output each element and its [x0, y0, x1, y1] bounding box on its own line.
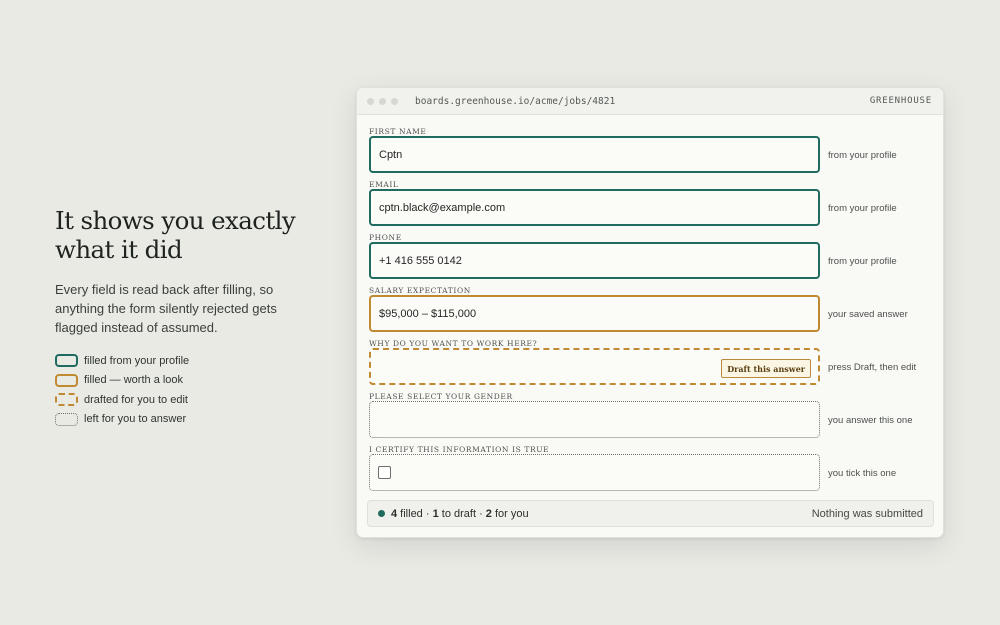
legend-item-left: left for you to answer: [55, 410, 315, 430]
legend-swatch-solid-green: [55, 354, 78, 368]
fill-summary-bar: 4 filled · 1 to draft · 2 for you Nothin…: [367, 500, 934, 527]
intro-headline: It shows you exactly what it did: [55, 206, 296, 264]
legend-label: filled — worth a look: [84, 374, 184, 387]
draft-text: to draft ·: [438, 507, 486, 520]
legend-item-profile: filled from your profile: [55, 351, 315, 371]
minimize-window-dot[interactable]: [379, 97, 386, 105]
site-brand: GREENHOUSE: [869, 96, 932, 106]
legend-swatch-solid-amber: [55, 373, 78, 387]
salary-input[interactable]: $95,000 – $115,000: [369, 295, 820, 332]
email-input[interactable]: cptn.black@example.com: [369, 189, 820, 226]
field-certify: I CERTIFY THIS INFORMATION IS TRUE you t…: [369, 444, 935, 497]
legend-label: left for you to answer: [84, 413, 187, 426]
field-first-name: FIRST NAME Cptn from your profile: [369, 126, 935, 179]
gender-select[interactable]: [369, 401, 820, 438]
field-why-work-here: WHY DO YOU WANT TO WORK HERE? Draft this…: [369, 338, 935, 391]
certify-checkbox[interactable]: [378, 466, 391, 479]
window-titlebar: boards.greenhouse.io/acme/jobs/4821 GREE…: [357, 88, 943, 115]
window-controls: [367, 97, 398, 105]
field-gender: PLEASE SELECT YOUR GENDER you answer thi…: [369, 391, 935, 444]
field-source-note: you tick this one: [828, 468, 897, 479]
legend-label: drafted for you to edit: [84, 393, 188, 406]
for-you-text: for you: [491, 507, 529, 520]
certify-box: [369, 454, 820, 491]
field-source-note: from your profile: [828, 203, 897, 214]
filled-text: filled ·: [397, 507, 433, 520]
intro-panel: It shows you exactly what it did Every f…: [55, 206, 315, 429]
field-source-note: from your profile: [828, 256, 897, 267]
legend-item-draft: drafted for you to edit: [55, 390, 315, 410]
legend-swatch-dashed-amber: [55, 393, 78, 407]
browser-window: boards.greenhouse.io/acme/jobs/4821 GREE…: [356, 87, 944, 538]
application-form: FIRST NAME Cptn from your profile EMAIL …: [369, 126, 935, 497]
close-window-dot[interactable]: [367, 97, 374, 105]
field-source-note: you answer this one: [828, 415, 913, 426]
submission-status: Nothing was submitted: [811, 508, 923, 520]
field-source-note: press Draft, then edit: [828, 362, 917, 373]
field-source-note: your saved answer: [828, 309, 908, 320]
legend-item-look: filled — worth a look: [55, 371, 315, 391]
field-phone: PHONE +1 416 555 0142 from your profile: [369, 232, 935, 285]
phone-input[interactable]: +1 416 555 0142: [369, 242, 820, 279]
first-name-input[interactable]: Cptn: [369, 136, 820, 173]
why-work-here-textarea[interactable]: Draft this answer: [369, 348, 820, 385]
address-bar-url[interactable]: boards.greenhouse.io/acme/jobs/4821: [415, 96, 615, 107]
legend: filled from your profile filled — worth …: [55, 351, 315, 429]
legend-swatch-dotted-grey: [55, 412, 78, 426]
status-dot-icon: [378, 510, 385, 517]
draft-answer-button[interactable]: Draft this answer: [721, 359, 811, 378]
field-email: EMAIL cptn.black@example.com from your p…: [369, 179, 935, 232]
legend-label: filled from your profile: [84, 354, 190, 367]
field-salary: SALARY EXPECTATION $95,000 – $115,000 yo…: [369, 285, 935, 338]
maximize-window-dot[interactable]: [391, 97, 398, 105]
intro-body: Every field is read back after filling, …: [55, 282, 277, 335]
field-source-note: from your profile: [828, 150, 897, 161]
